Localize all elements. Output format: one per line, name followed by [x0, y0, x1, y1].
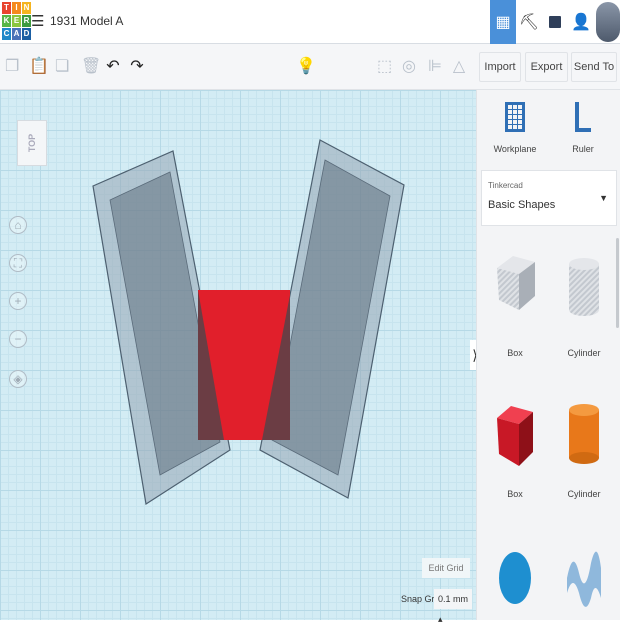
- logo-letter: E: [12, 15, 21, 27]
- logo-letter: T: [2, 2, 11, 14]
- workplane-button[interactable]: Workplane: [494, 102, 536, 158]
- shape-grid: Box Cylinder Box Cylinder: [497, 256, 601, 607]
- hole-icon[interactable]: ◎: [402, 56, 416, 76]
- caret-down-icon: ▼: [599, 193, 608, 203]
- toolbar: ❐ 📋 ❏ 🗑 ↶ ↷ 💡 ⬚ ◎ ⊫ △ Import Export Send…: [0, 44, 620, 90]
- workplane-icon: [505, 102, 525, 132]
- shape-label: Cylinder: [567, 348, 600, 358]
- shape-cylinder-hole[interactable]: [569, 258, 599, 316]
- edit-grid-button[interactable]: Edit Grid: [422, 558, 470, 578]
- invite-button[interactable]: 👤: [568, 0, 594, 44]
- brick-icon: [549, 16, 561, 28]
- add-user-icon: 👤: [571, 14, 591, 31]
- tinkercad-logo[interactable]: TINKERCAD: [2, 2, 31, 40]
- snap-grid-select[interactable]: 0.1 mm ▴: [434, 589, 472, 624]
- red-box[interactable]: [198, 290, 290, 440]
- design-title[interactable]: 1931 Model A: [50, 14, 123, 28]
- paste-icon[interactable]: 📋: [29, 56, 49, 76]
- shape-box-hole[interactable]: [497, 256, 535, 310]
- pickaxe-icon: ⛏: [518, 14, 540, 31]
- logo-letter: K: [2, 15, 11, 27]
- logo-letter: D: [22, 28, 31, 40]
- delete-icon[interactable]: 🗑: [81, 56, 101, 76]
- logo-letter: N: [22, 2, 31, 14]
- shape-label: Cylinder: [567, 489, 600, 499]
- workplane-canvas[interactable]: TOP ⌂ ⛶ + − ◈ Edit Grid: [0, 90, 476, 620]
- ruler-button[interactable]: Ruler: [563, 102, 603, 158]
- shape-text-squiggle[interactable]: [567, 551, 601, 607]
- shape-box-red[interactable]: [497, 406, 533, 466]
- import-button[interactable]: Import: [479, 52, 521, 82]
- shape-label: Box: [507, 489, 523, 499]
- grid-view-icon: ▦: [495, 14, 511, 31]
- logo-letter: I: [12, 2, 21, 14]
- light-icon[interactable]: 💡: [296, 56, 316, 76]
- bricks-button[interactable]: [542, 0, 568, 44]
- mirror-icon[interactable]: △: [452, 56, 466, 76]
- duplicate-icon[interactable]: ❏: [55, 56, 69, 76]
- avatar[interactable]: [596, 2, 620, 42]
- shape-label: Box: [507, 348, 523, 358]
- shapes-panel: Workplane Ruler Tinkercad Basic Shapes ▼…: [476, 90, 620, 620]
- copy-icon[interactable]: ❐: [5, 56, 19, 76]
- logo-letter: R: [22, 15, 31, 27]
- align-icon[interactable]: ⊫: [428, 56, 442, 76]
- build-button[interactable]: ⛏: [516, 0, 542, 44]
- shape-cylinder-orange[interactable]: [569, 404, 599, 464]
- shape-category-dropdown[interactable]: Tinkercad Basic Shapes ▼: [481, 170, 617, 226]
- grid-view-button[interactable]: ▦: [490, 0, 516, 44]
- logo-letter: C: [2, 28, 11, 40]
- undo-icon[interactable]: ↶: [106, 56, 120, 76]
- ruler-icon: [575, 102, 591, 132]
- panel-scrollbar[interactable]: [616, 238, 619, 328]
- solid-icon[interactable]: ⬚: [377, 56, 392, 76]
- export-button[interactable]: Export: [525, 52, 568, 82]
- scene: [92, 139, 405, 505]
- header: TINKERCAD ☰ 1931 Model A ▦ ⛏ 👤: [0, 0, 620, 44]
- send-to-button[interactable]: Send To: [571, 52, 617, 82]
- logo-letter: A: [12, 28, 21, 40]
- shape-sphere[interactable]: [499, 552, 531, 604]
- redo-icon[interactable]: ↷: [130, 56, 144, 76]
- document-list-icon[interactable]: ☰: [31, 12, 44, 30]
